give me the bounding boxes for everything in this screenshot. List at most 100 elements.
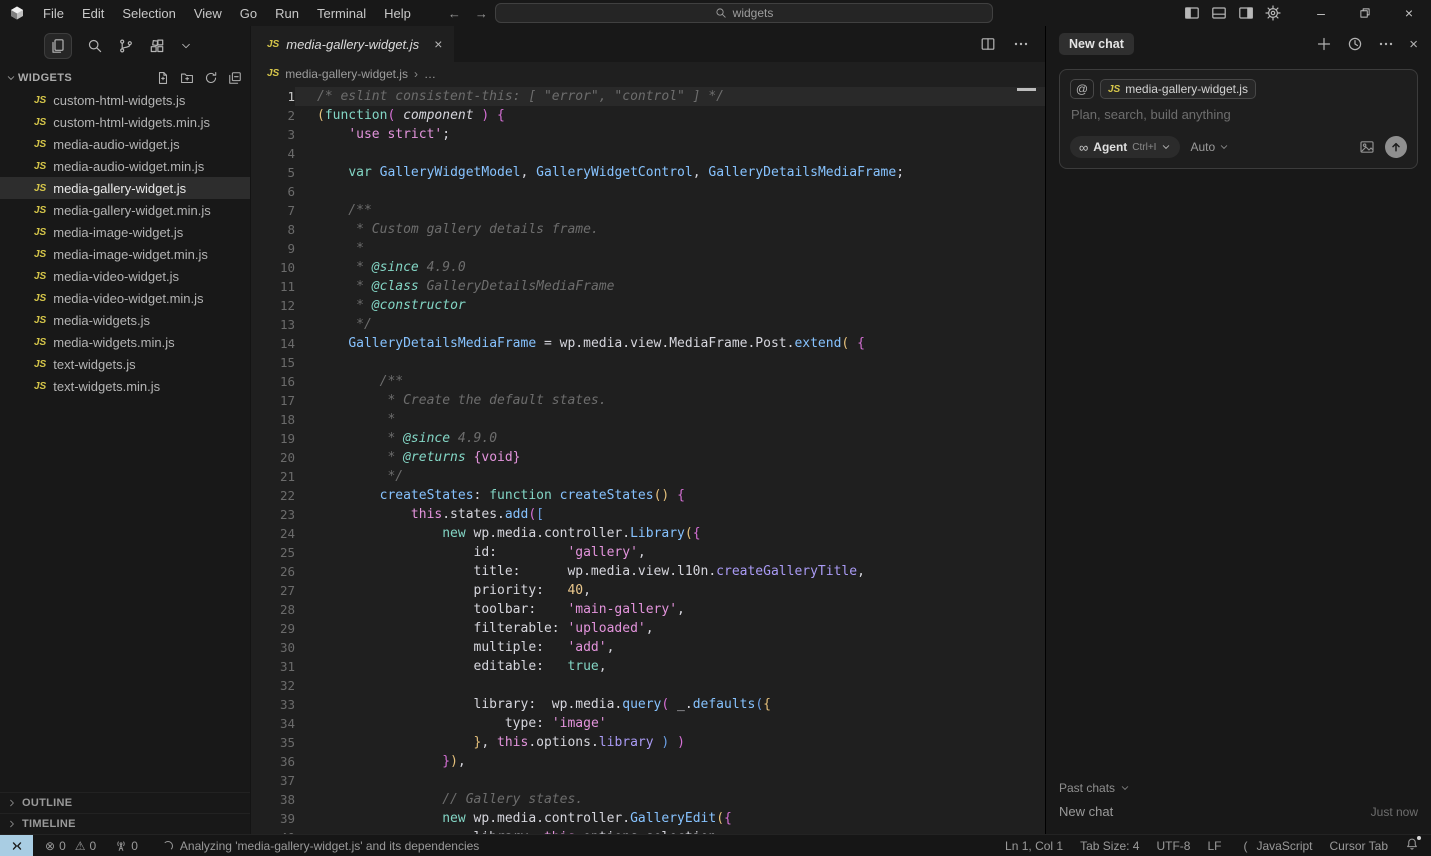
file-media-video-widget.min.js[interactable]: JSmedia-video-widget.min.js: [0, 287, 250, 309]
chat-input-placeholder[interactable]: Plan, search, build anything: [1070, 99, 1407, 136]
past-chat-item[interactable]: New chat Just now: [1059, 804, 1418, 819]
menu-help[interactable]: Help: [375, 6, 420, 21]
new-chat-icon[interactable]: [1316, 36, 1332, 52]
file-custom-html-widgets.js[interactable]: JScustom-html-widgets.js: [0, 89, 250, 111]
code-line-12[interactable]: 12 * @constructor: [251, 296, 1045, 315]
close-window-button[interactable]: ×: [1387, 0, 1431, 26]
code-line-29[interactable]: 29 filterable: 'uploaded',: [251, 619, 1045, 638]
code-line-39[interactable]: 39 new wp.media.controller.GalleryEdit({: [251, 809, 1045, 828]
restore-button[interactable]: [1343, 0, 1387, 26]
chat-tab-new-chat[interactable]: New chat: [1059, 33, 1134, 55]
breadcrumb-file[interactable]: media-gallery-widget.js: [285, 67, 408, 81]
file-media-gallery-widget.js[interactable]: JSmedia-gallery-widget.js: [0, 177, 250, 199]
status-javascript[interactable]: (JavaScript: [1238, 839, 1312, 853]
code-line-32[interactable]: 32: [251, 676, 1045, 695]
menu-selection[interactable]: Selection: [113, 6, 184, 21]
tab-close-icon[interactable]: ×: [434, 36, 442, 52]
code-line-22[interactable]: 22 createStates: function createStates()…: [251, 486, 1045, 505]
minimap-slider[interactable]: [1017, 88, 1036, 91]
file-media-widgets.min.js[interactable]: JSmedia-widgets.min.js: [0, 331, 250, 353]
model-selector[interactable]: Auto: [1190, 140, 1229, 154]
code-line-6[interactable]: 6: [251, 182, 1045, 201]
menu-terminal[interactable]: Terminal: [308, 6, 375, 21]
agent-mode-selector[interactable]: ∞ Agent Ctrl+I: [1070, 136, 1180, 158]
code-line-30[interactable]: 30 multiple: 'add',: [251, 638, 1045, 657]
code-line-5[interactable]: 5 var GalleryWidgetModel, GalleryWidgetC…: [251, 163, 1045, 182]
new-file-icon[interactable]: [156, 71, 170, 85]
code-line-35[interactable]: 35 }, this.options.library ) ): [251, 733, 1045, 752]
status-utf-8[interactable]: UTF-8: [1156, 839, 1190, 853]
status-bell-icon[interactable]: [1405, 837, 1419, 854]
code-line-16[interactable]: 16 /**: [251, 372, 1045, 391]
code-line-11[interactable]: 11 * @class GalleryDetailsMediaFrame: [251, 277, 1045, 296]
code-line-3[interactable]: 3 'use strict';: [251, 125, 1045, 144]
code-line-24[interactable]: 24 new wp.media.controller.Library({: [251, 524, 1045, 543]
code-line-38[interactable]: 38 // Gallery states.: [251, 790, 1045, 809]
panel-left-toggle-icon[interactable]: [1184, 5, 1200, 21]
past-chats-toggle[interactable]: Past chats: [1059, 781, 1418, 795]
menu-go[interactable]: Go: [231, 6, 266, 21]
status-tab-size-4[interactable]: Tab Size: 4: [1080, 839, 1139, 853]
menu-view[interactable]: View: [185, 6, 231, 21]
code-line-27[interactable]: 27 priority: 40,: [251, 581, 1045, 600]
code-line-18[interactable]: 18 *: [251, 410, 1045, 429]
explorer-section-header[interactable]: WIDGETS: [0, 66, 250, 89]
menu-file[interactable]: File: [34, 6, 73, 21]
code-line-4[interactable]: 4: [251, 144, 1045, 163]
chat-more-icon[interactable]: [1378, 36, 1394, 52]
code-editor[interactable]: 1/* eslint consistent-this: [ "error", "…: [251, 85, 1045, 834]
problems-warnings[interactable]: ⚠ 0: [75, 839, 96, 853]
forward-icon[interactable]: →: [475, 7, 488, 20]
code-line-15[interactable]: 15: [251, 353, 1045, 372]
code-line-17[interactable]: 17 * Create the default states.: [251, 391, 1045, 410]
code-line-19[interactable]: 19 * @since 4.9.0: [251, 429, 1045, 448]
back-icon[interactable]: ←: [448, 7, 461, 20]
gear-icon[interactable]: [1265, 5, 1281, 21]
code-line-23[interactable]: 23 this.states.add([: [251, 505, 1045, 524]
code-line-28[interactable]: 28 toolbar: 'main-gallery',: [251, 600, 1045, 619]
file-media-widgets.js[interactable]: JSmedia-widgets.js: [0, 309, 250, 331]
code-line-2[interactable]: 2(function( component ) {: [251, 106, 1045, 125]
code-line-21[interactable]: 21 */: [251, 467, 1045, 486]
send-button[interactable]: [1385, 136, 1407, 158]
split-editor-icon[interactable]: [980, 36, 996, 52]
refresh-icon[interactable]: [204, 71, 218, 85]
tab-media-gallery-widget[interactable]: JS media-gallery-widget.js ×: [251, 26, 454, 62]
menu-edit[interactable]: Edit: [73, 6, 113, 21]
outline-section[interactable]: OUTLINE: [0, 792, 250, 813]
new-folder-icon[interactable]: [180, 71, 194, 85]
file-text-widgets.js[interactable]: JStext-widgets.js: [0, 353, 250, 375]
extensions-icon[interactable]: [149, 38, 165, 54]
file-media-gallery-widget.min.js[interactable]: JSmedia-gallery-widget.min.js: [0, 199, 250, 221]
ports-indicator[interactable]: 0: [115, 839, 138, 853]
chat-input-card[interactable]: @ JS media-gallery-widget.js Plan, searc…: [1059, 69, 1418, 169]
source-control-icon[interactable]: [118, 38, 134, 54]
code-line-37[interactable]: 37: [251, 771, 1045, 790]
panel-right-toggle-icon[interactable]: [1238, 5, 1254, 21]
file-media-image-widget.js[interactable]: JSmedia-image-widget.js: [0, 221, 250, 243]
code-line-13[interactable]: 13 */: [251, 315, 1045, 334]
panel-bottom-toggle-icon[interactable]: [1211, 5, 1227, 21]
context-chip[interactable]: JS media-gallery-widget.js: [1100, 79, 1256, 99]
status-lf[interactable]: LF: [1207, 839, 1221, 853]
more-views-chevron-icon[interactable]: [180, 40, 192, 52]
timeline-section[interactable]: TIMELINE: [0, 813, 250, 834]
add-context-button[interactable]: @: [1070, 79, 1094, 99]
attach-image-icon[interactable]: [1359, 139, 1375, 155]
code-line-7[interactable]: 7 /**: [251, 201, 1045, 220]
code-line-40[interactable]: 40 library: this.options.selection,: [251, 828, 1045, 834]
code-line-1[interactable]: 1/* eslint consistent-this: [ "error", "…: [251, 87, 1045, 106]
file-media-image-widget.min.js[interactable]: JSmedia-image-widget.min.js: [0, 243, 250, 265]
code-line-31[interactable]: 31 editable: true,: [251, 657, 1045, 676]
file-custom-html-widgets.min.js[interactable]: JScustom-html-widgets.min.js: [0, 111, 250, 133]
chat-history-icon[interactable]: [1347, 36, 1363, 52]
breadcrumb-more[interactable]: …: [424, 67, 436, 81]
breadcrumb[interactable]: JS media-gallery-widget.js › …: [251, 62, 1045, 85]
code-line-20[interactable]: 20 * @returns {void}: [251, 448, 1045, 467]
code-line-36[interactable]: 36 }),: [251, 752, 1045, 771]
code-line-8[interactable]: 8 * Custom gallery details frame.: [251, 220, 1045, 239]
minimize-button[interactable]: –: [1299, 0, 1343, 26]
more-actions-icon[interactable]: [1013, 36, 1029, 52]
status-cursor-tab[interactable]: Cursor Tab: [1330, 839, 1388, 853]
code-line-26[interactable]: 26 title: wp.media.view.l10n.createGalle…: [251, 562, 1045, 581]
